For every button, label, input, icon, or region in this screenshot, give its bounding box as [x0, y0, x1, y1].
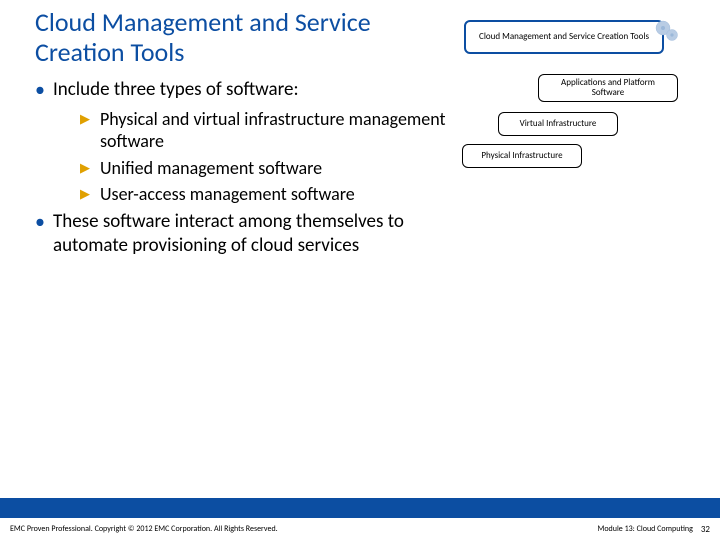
diagram-label: Virtual Infrastructure — [520, 119, 597, 129]
decorative-bar — [0, 498, 720, 518]
bullet-level2: ▶ User-access management software — [80, 183, 450, 206]
diagram-box-physical: Physical Infrastructure — [462, 144, 582, 168]
slide-title: Cloud Management and Service Creation To… — [35, 8, 450, 68]
bullet-level2: ▶ Physical and virtual infrastructure ma… — [80, 108, 450, 153]
bullet-text: Physical and virtual infrastructure mana… — [100, 108, 450, 153]
diagram-label: Cloud Management and Service Creation To… — [479, 32, 649, 42]
chevron-right-icon: ▶ — [80, 187, 90, 206]
chevron-right-icon: ▶ — [80, 161, 90, 180]
bullet-text: Include three types of software: — [53, 78, 299, 102]
diagram-label: Applications and Platform Software — [545, 78, 671, 98]
bullet-dot-icon: • — [35, 78, 45, 102]
diagram-box-management: Cloud Management and Service Creation To… — [464, 20, 664, 54]
bullet-text: User-access management software — [100, 183, 355, 206]
chevron-right-icon: ▶ — [80, 112, 90, 153]
bullet-dot-icon: • — [35, 210, 45, 258]
diagram-label: Physical Infrastructure — [481, 151, 562, 161]
bullet-level2: ▶ Unified management software — [80, 157, 450, 180]
bullet-text: Unified management software — [100, 157, 322, 180]
bullet-level1: • Include three types of software: — [35, 78, 450, 102]
diagram-box-virtual: Virtual Infrastructure — [498, 112, 618, 136]
bullet-text: These software interact among themselves… — [53, 210, 450, 258]
gears-icon — [652, 16, 682, 46]
footer-copyright: EMC Proven Professional. Copyright © 201… — [10, 524, 278, 534]
footer-module: Module 13: Cloud Computing — [597, 524, 692, 534]
diagram-box-applications: Applications and Platform Software — [538, 74, 678, 102]
page-number: 32 — [701, 524, 710, 535]
bullet-level1: • These software interact among themselv… — [35, 210, 450, 258]
